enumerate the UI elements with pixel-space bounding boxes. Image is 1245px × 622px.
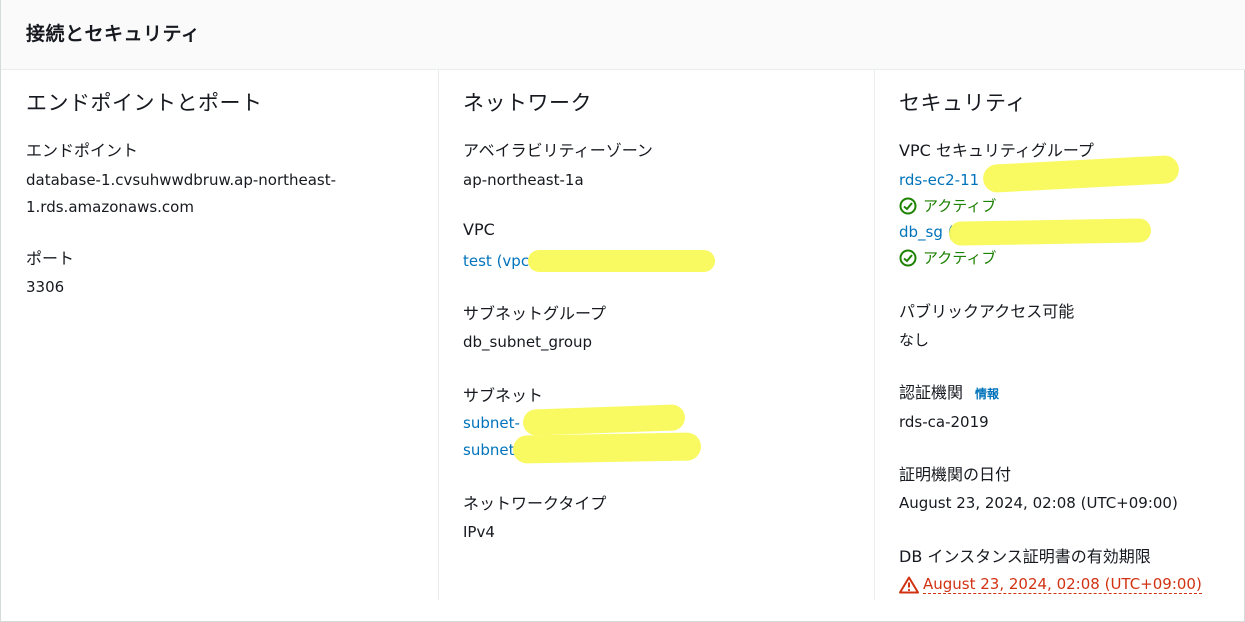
endpoint-value-line2: 1.rds.amazonaws.com xyxy=(26,198,194,216)
network-type-value: IPv4 xyxy=(463,523,495,541)
check-circle-icon xyxy=(899,197,917,214)
endpoint-label: エンドポイント xyxy=(26,141,139,160)
network-type-label: ネットワークタイプ xyxy=(463,494,607,513)
network-title: ネットワーク xyxy=(463,91,592,115)
endpoint-port-title: エンドポイントとポート xyxy=(26,91,263,115)
subnet-label: サブネット xyxy=(463,386,544,405)
public-access-value: なし xyxy=(899,331,930,349)
vpc-link[interactable]: test (vpc xyxy=(463,247,529,275)
security-column: セキュリティ VPC セキュリティグループ rds-ec2-11 アクティブ d… xyxy=(874,70,1245,600)
status-text: アクティブ xyxy=(923,249,997,267)
network-column: ネットワーク アベイラビリティーゾーン ap-northeast-1a VPC … xyxy=(438,70,874,600)
redaction-mark xyxy=(522,404,686,436)
panel-title: 接続とセキュリティ xyxy=(26,23,201,45)
panel-header: 接続とセキュリティ xyxy=(1,0,1245,70)
subnet-group-value: db_subnet_group xyxy=(463,333,593,351)
ca-value: rds-ca-2019 xyxy=(899,413,989,431)
endpoint-value-line1: database-1.cvsuhwwdbruw.ap-northeast- xyxy=(26,171,337,189)
redaction-mark xyxy=(512,432,702,464)
subnet-group-label: サブネットグループ xyxy=(463,304,607,323)
connectivity-security-panel: 接続とセキュリティ エンドポイントとポート エンドポイント database-1… xyxy=(0,0,1245,622)
public-access-label: パブリックアクセス可能 xyxy=(899,302,1075,321)
security-title: セキュリティ xyxy=(899,91,1027,115)
cert-expiry-value[interactable]: August 23, 2024, 02:08 (UTC+09:00) xyxy=(923,575,1202,594)
ca-label-text: 認証機関 xyxy=(899,383,964,402)
redaction-mark xyxy=(948,218,1152,246)
ca-info-link[interactable]: 情報 xyxy=(975,387,999,401)
security-group-status-1: アクティブ xyxy=(899,195,996,216)
check-circle-icon xyxy=(899,249,917,266)
endpoint-port-column: エンドポイントとポート エンドポイント database-1.cvsuhwwdb… xyxy=(1,70,438,600)
subnet-link-2[interactable]: subnet xyxy=(463,436,514,464)
ca-label: 認証機関 情報 xyxy=(899,379,999,403)
status-text: アクティブ xyxy=(923,197,997,215)
vpc-sg-label: VPC セキュリティグループ xyxy=(899,141,1094,160)
vpc-label: VPC xyxy=(463,220,495,239)
cert-expiry-warning[interactable]: August 23, 2024, 02:08 (UTC+09:00) xyxy=(899,575,1202,594)
port-label: ポート xyxy=(26,249,75,268)
security-group-link-2[interactable]: db_sg ( xyxy=(899,218,954,246)
ca-date-label: 証明機関の日付 xyxy=(899,465,1012,484)
subnet-link-1[interactable]: subnet- xyxy=(463,409,520,437)
cert-expiry-label: DB インスタンス証明書の有効期限 xyxy=(899,547,1151,566)
warning-icon xyxy=(899,576,919,593)
port-value: 3306 xyxy=(26,278,65,296)
az-value: ap-northeast-1a xyxy=(463,171,584,189)
ca-date-value: August 23, 2024, 02:08 (UTC+09:00) xyxy=(899,494,1178,512)
security-group-link-1[interactable]: rds-ec2-11 xyxy=(899,166,979,194)
az-label: アベイラビリティーゾーン xyxy=(463,141,653,160)
redaction-mark xyxy=(528,250,715,272)
security-group-status-2: アクティブ xyxy=(899,247,996,268)
